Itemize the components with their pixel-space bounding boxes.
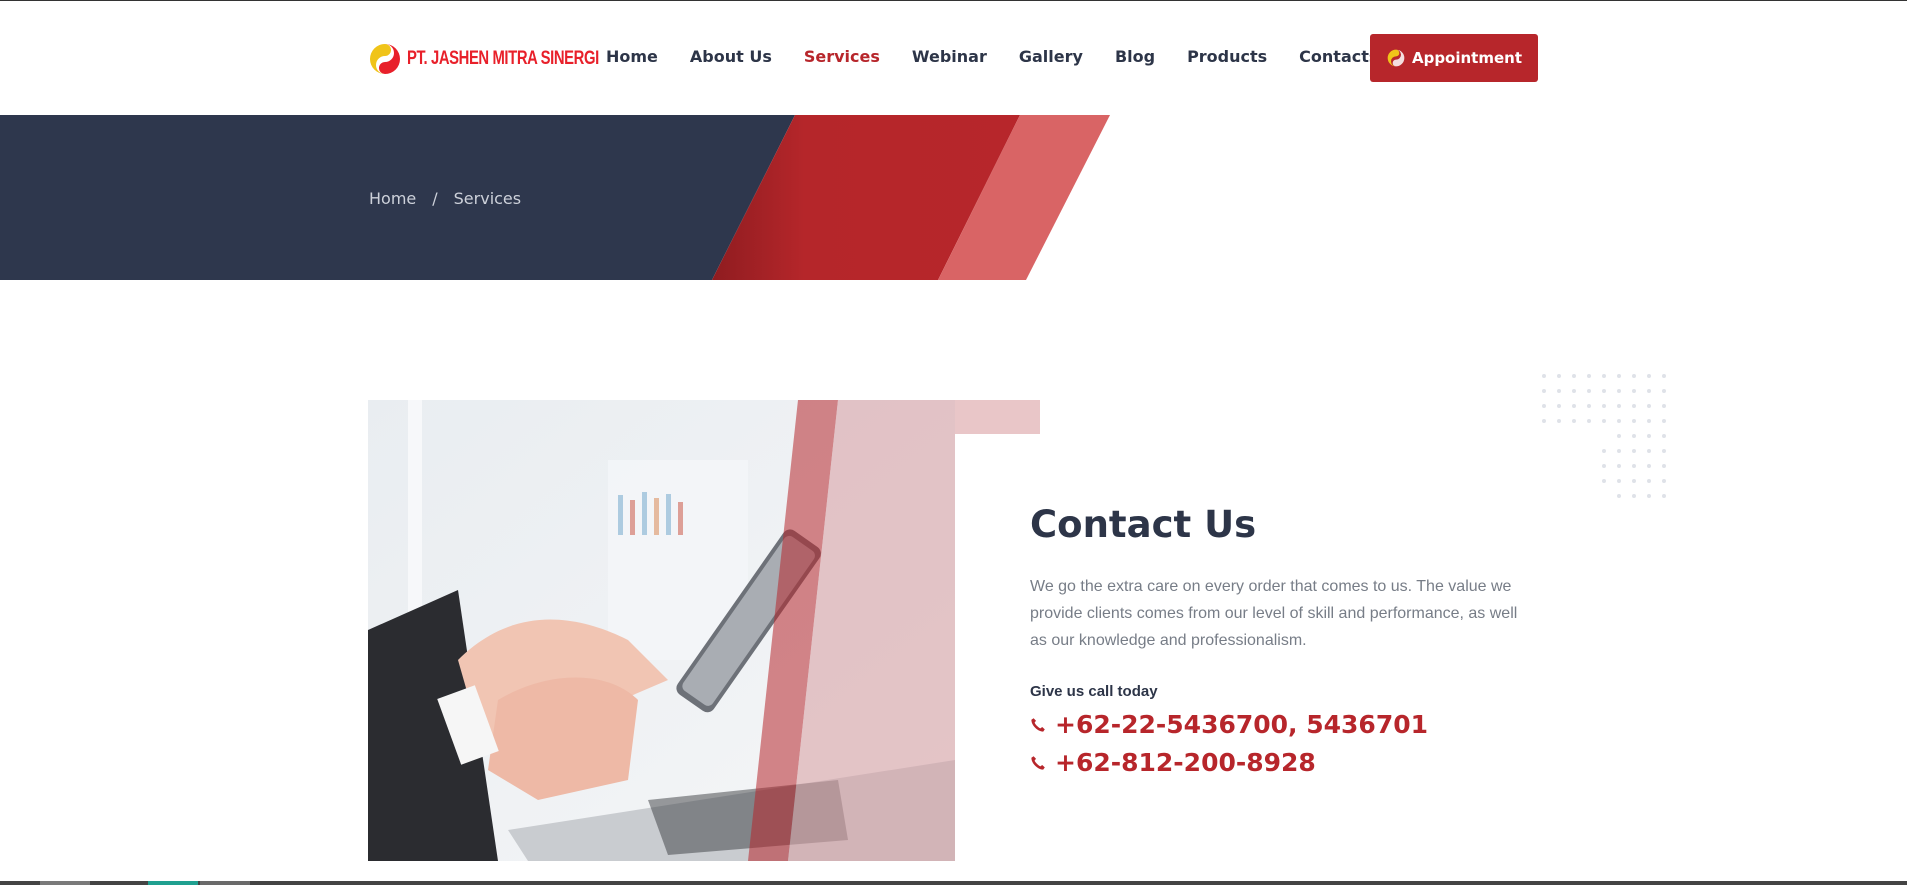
phone-icon	[1031, 717, 1045, 732]
contact-title: Contact Us	[1030, 503, 1257, 546]
phone-number-1: +62-22-5436700, 5436701	[1055, 710, 1429, 739]
breadcrumb: Home / Services	[369, 189, 521, 208]
phone-link-1[interactable]: +62-22-5436700, 5436701	[1030, 710, 1428, 739]
breadcrumb-current: Services	[453, 189, 522, 208]
nav-products[interactable]: Products	[1187, 47, 1267, 66]
photo-accent-block	[955, 400, 1040, 434]
contact-description: We go the extra care on every order that…	[1030, 578, 1518, 649]
nav-blog[interactable]: Blog	[1115, 47, 1155, 66]
site-header: PT. JASHEN MITRA SINERGI Home About Us S…	[0, 1, 1907, 115]
appointment-button[interactable]: Appointment	[1370, 34, 1538, 82]
logo-mark-icon	[370, 44, 400, 74]
dot-pattern-decoration	[1542, 374, 1666, 498]
bottom-strip	[0, 881, 1907, 885]
nav-services[interactable]: Services	[804, 47, 880, 66]
logo-mark-icon	[1387, 49, 1405, 67]
main-nav: Home About Us Services Webinar Gallery B…	[606, 47, 1378, 66]
banner-shapes	[0, 115, 1907, 280]
contact-photo	[368, 400, 955, 861]
phone-icon	[1031, 755, 1045, 770]
nav-home[interactable]: Home	[606, 47, 658, 66]
nav-contacts[interactable]: Contacts	[1299, 47, 1378, 66]
nav-about-us[interactable]: About Us	[690, 47, 772, 66]
page-banner	[0, 115, 1907, 280]
appointment-label: Appointment	[1411, 49, 1523, 67]
call-label: Give us call today	[1030, 683, 1158, 700]
logo-text: PT. JASHEN MITRA SINERGI	[407, 48, 599, 69]
breadcrumb-home[interactable]: Home	[369, 189, 416, 208]
nav-webinar[interactable]: Webinar	[912, 47, 987, 66]
nav-gallery[interactable]: Gallery	[1019, 47, 1083, 66]
breadcrumb-separator: /	[432, 189, 438, 208]
phone-link-2[interactable]: +62-812-200-8928	[1030, 748, 1316, 777]
phone-number-2: +62-812-200-8928	[1055, 748, 1316, 777]
